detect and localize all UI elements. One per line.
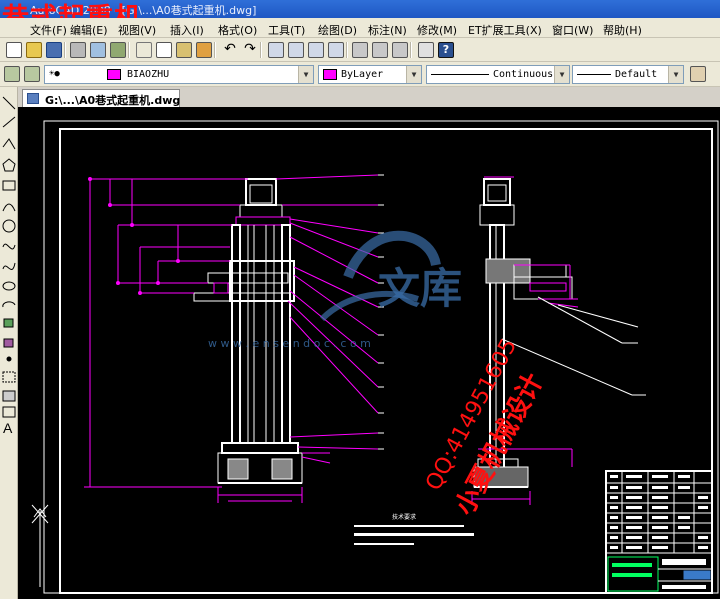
toolbar-separator <box>128 42 130 58</box>
zoom-realtime-icon[interactable] <box>288 42 304 58</box>
color-swatch <box>323 69 337 80</box>
markup-icon[interactable] <box>418 42 434 58</box>
spline-icon <box>2 262 16 270</box>
line-tool-icon <box>2 96 16 110</box>
watermark-cn: 文库 <box>378 264 462 313</box>
redo-icon[interactable]: ↷ <box>242 42 258 58</box>
draw-toolbar: A <box>0 87 18 599</box>
point-icon <box>6 356 12 362</box>
menu-insert[interactable]: 插入(I) <box>170 22 204 38</box>
menu-view[interactable]: 视图(V) <box>118 22 156 38</box>
cad-window: AutoCAD 2008 - [G:\...\A0巷式起重机.dwg] 巷式起重… <box>0 0 720 599</box>
linetype-dropdown[interactable]: Continuous ▼ <box>426 65 570 84</box>
construction-line-icon <box>2 116 16 128</box>
menu-bar: 文件(F) 编辑(E) 视图(V) 插入(I) 格式(O) 工具(T) 绘图(D… <box>0 18 720 38</box>
zoom-previous-icon[interactable] <box>328 42 344 58</box>
layer-color-swatch <box>107 69 121 80</box>
linetype-value: Continuous <box>493 69 554 80</box>
print-icon[interactable] <box>70 42 86 58</box>
help-icon[interactable]: ? <box>438 42 454 58</box>
zoom-window-icon[interactable] <box>308 42 324 58</box>
layer-state-icon[interactable] <box>24 66 40 82</box>
design-center-icon[interactable] <box>372 42 388 58</box>
layers-toolbar: ☀● BIAOZHU ▼ ByLayer ▼ Continuous ▼ Defa… <box>0 62 720 87</box>
polygon-icon <box>2 158 16 172</box>
layer-state-icons: ☀● <box>49 69 60 79</box>
hatch-icon <box>2 371 16 383</box>
make-block-icon <box>3 338 14 348</box>
multiline-text-icon: A <box>3 420 13 436</box>
lineweight-preview <box>577 74 611 75</box>
chevron-down-icon[interactable]: ▼ <box>406 66 421 83</box>
menu-draw[interactable]: 绘图(D) <box>318 22 357 38</box>
menu-edit[interactable]: 编辑(E) <box>70 22 108 38</box>
drawing-file-icon <box>27 93 39 104</box>
undo-icon[interactable]: ↶ <box>222 42 238 58</box>
ellipse-arc-icon <box>2 301 16 308</box>
tech-requirements: 技术要求 <box>354 513 474 545</box>
watermark-site: w w w . e n s e n d o c . c o m <box>208 337 371 350</box>
document-tab[interactable]: G:\...\A0巷式起重机.dwg <box>22 89 180 107</box>
paste-icon[interactable] <box>176 42 192 58</box>
save-icon[interactable] <box>46 42 62 58</box>
layer-name: BIAOZHU <box>127 69 170 80</box>
polyline-icon <box>2 138 16 150</box>
cad-drawing: 技术要求 文库 w w w . e n s e n d o c . c o m … <box>31 120 719 594</box>
toolbar-separator <box>214 42 216 58</box>
draw-tool-icons: A <box>2 96 16 436</box>
gradient-icon <box>2 390 16 402</box>
circle-icon <box>2 219 16 233</box>
sheet-outer-border <box>43 120 719 594</box>
revcloud-icon <box>2 243 16 250</box>
cut-icon[interactable] <box>136 42 152 58</box>
new-file-icon[interactable] <box>6 42 22 58</box>
pan-icon[interactable] <box>268 42 284 58</box>
toolbar-separator <box>346 42 348 58</box>
toolbar-separator <box>64 42 66 58</box>
menu-express[interactable]: ET扩展工具(X) <box>468 22 542 38</box>
standard-toolbar: ↶ ↷ ? <box>0 38 720 62</box>
arc-icon <box>2 203 16 212</box>
publish-icon[interactable] <box>110 42 126 58</box>
insert-block-icon <box>3 318 14 328</box>
menu-dimension[interactable]: 标注(N) <box>368 22 407 38</box>
open-folder-icon[interactable] <box>26 42 42 58</box>
menu-window[interactable]: 窗口(W) <box>552 22 593 38</box>
region-icon <box>2 406 16 418</box>
ellipse-icon <box>2 281 16 291</box>
drawing-canvas[interactable]: 技术要求 文库 w w w . e n s e n d o c . c o m … <box>18 107 720 599</box>
chevron-down-icon[interactable]: ▼ <box>668 66 683 83</box>
menu-help[interactable]: 帮助(H) <box>603 22 642 38</box>
tool-palettes-icon[interactable] <box>392 42 408 58</box>
chevron-down-icon[interactable]: ▼ <box>554 66 569 83</box>
color-value: ByLayer <box>341 69 384 80</box>
layer-manager-icon[interactable] <box>4 66 20 82</box>
menu-file[interactable]: 文件(F) <box>30 22 67 38</box>
chevron-down-icon[interactable]: ▼ <box>298 66 313 83</box>
color-dropdown[interactable]: ByLayer ▼ <box>318 65 422 84</box>
rectangle-icon <box>2 180 16 191</box>
menu-format[interactable]: 格式(O) <box>218 22 257 38</box>
lineweight-value: Default <box>615 69 658 80</box>
ucs-icon <box>31 504 49 587</box>
document-tab-label: G:\...\A0巷式起重机.dwg <box>45 94 181 107</box>
toolbar-separator <box>410 42 412 58</box>
tech-requirements-title: 技术要求 <box>392 513 416 521</box>
menu-tools[interactable]: 工具(T) <box>268 22 305 38</box>
document-tab-bar: G:\...\A0巷式起重机.dwg <box>18 87 720 107</box>
properties-icon[interactable] <box>352 42 368 58</box>
copy-icon[interactable] <box>156 42 172 58</box>
toolbar-separator <box>260 42 262 58</box>
layer-dropdown[interactable]: ☀● BIAOZHU ▼ <box>44 65 314 84</box>
match-properties-icon[interactable] <box>196 42 212 58</box>
plot-style-icon[interactable] <box>690 66 706 82</box>
linetype-preview <box>431 74 489 75</box>
plot-preview-icon[interactable] <box>90 42 106 58</box>
menu-modify[interactable]: 修改(M) <box>417 22 457 38</box>
lineweight-dropdown[interactable]: Default ▼ <box>572 65 684 84</box>
